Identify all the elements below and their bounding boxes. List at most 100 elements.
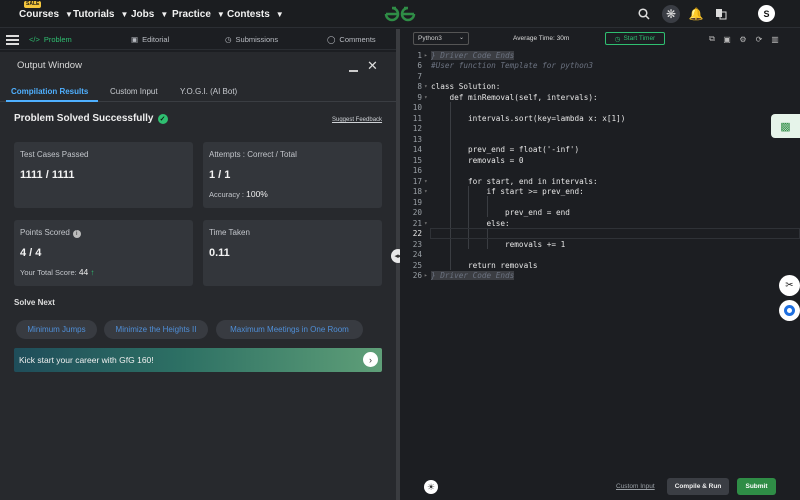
submit-button[interactable]: Submit [737,478,776,495]
tab-problem[interactable]: </> Problem [29,35,72,44]
assistant-icon[interactable] [779,300,800,321]
suggest-feedback-link[interactable]: Suggest Feedback [332,117,382,123]
status-heading: Problem Solved Successfully ✓ [14,113,168,124]
code-line: else: [431,219,510,228]
code-line: class Solution: [431,82,501,91]
minimize-icon[interactable] [349,70,358,72]
code-line: intervals.sort(key=lambda x: x[1]) [431,114,626,123]
code-line: def minRemoval(self, intervals): [431,93,598,102]
output-window-title: Output Window [17,60,82,71]
line-number: 11 [412,114,422,123]
line-number: 9 [417,93,422,102]
scissors-icon[interactable]: ✂ [779,275,800,296]
nav-contests[interactable]: Contests ▼ [227,0,284,28]
fold-arrow-icon[interactable]: ▾ [424,188,428,195]
code-line: return removals [431,261,538,270]
search-icon[interactable] [636,6,652,22]
line-number: 17 [412,177,422,186]
code-line: prev_end = end [431,208,570,217]
total-score-label: Your Total Score: [20,268,77,277]
fullscreen-icon[interactable]: ▣ [722,34,732,44]
line-number: 24 [412,250,422,259]
chat-icon[interactable]: ▩ [771,114,800,138]
arrow-up-icon: ↑ [90,268,95,277]
start-timer-button[interactable]: ◷ Start Timer [605,32,665,45]
points-label-wrap: Points Scored i [20,228,81,238]
line-number: 1 [417,51,422,60]
attempts-card: Attempts : Correct / Total 1 / 1 Accurac… [203,142,382,208]
copy-icon[interactable]: ⧉ [707,34,717,44]
line-number: 23 [412,240,422,249]
total-score-value: 44 [78,267,89,277]
line-number: 8 [417,82,422,91]
sun-icon[interactable]: ☀ [424,480,438,494]
fold-arrow-icon[interactable]: ▸ [424,272,428,279]
tab-submissions-label: Submissions [235,35,279,44]
line-number: 15 [412,156,422,165]
chip-minimum-jumps[interactable]: Minimum Jumps [16,320,97,339]
line-number: 14 [412,145,422,154]
fold-arrow-icon[interactable]: ▸ [424,52,428,59]
line-number: 19 [412,198,422,207]
reset-icon[interactable]: ⟳ [754,34,764,44]
subtab-yogi-bot[interactable]: Y.O.G.I. (AI Bot) [180,87,237,96]
chip-maximum-meetings[interactable]: Maximum Meetings in One Room [216,320,363,339]
gfg-logo[interactable] [382,4,418,24]
tab-problem-label: Problem [43,35,72,44]
gfg160-banner[interactable]: Kick start your career with GfG 160! › [14,348,382,372]
tab-editorial[interactable]: ▣ Editorial [131,35,169,44]
translate-icon[interactable] [713,6,729,22]
close-icon[interactable]: ✕ [367,58,378,74]
check-circle-icon: ✓ [157,113,168,124]
solve-next-heading: Solve Next [14,298,55,307]
chevron-down-icon: ▼ [275,9,284,19]
nav-contests-label: Contests [227,8,270,20]
nav-courses-label: Courses [19,8,60,20]
points-card: Points Scored i 4 / 4 Your Total Score: 4… [14,220,193,286]
language-value: Python3 [418,35,442,42]
nav-practice-label: Practice [172,8,211,20]
gear-icon[interactable]: ⚙ [738,34,748,44]
subtab-compilation-results[interactable]: Compilation Results [11,87,88,96]
custom-input-link[interactable]: Custom Input [616,483,655,490]
attempts-value: 1 / 1 [209,169,231,181]
chevron-down-icon: ⌄ [458,35,464,41]
nav-jobs[interactable]: Jobs ▼ [131,0,168,28]
subtab-custom-input[interactable]: Custom Input [110,87,158,96]
nav-jobs-label: Jobs [131,8,155,20]
language-select[interactable]: Python3 ⌄ [413,32,469,45]
fold-arrow-icon[interactable]: ▾ [424,178,428,185]
nav-practice[interactable]: Practice ▼ [172,0,225,28]
bell-icon[interactable]: 🔔 [688,6,704,22]
nav-tutorials-label: Tutorials [73,8,115,20]
fold-arrow-icon[interactable]: ▾ [424,94,428,101]
menu-icon[interactable] [6,33,19,45]
code-icon: </> [29,35,40,44]
line-number: 22 [412,229,422,238]
time-card: Time Taken 0.11 [203,220,382,286]
fold-arrow-icon[interactable]: ▾ [424,83,428,90]
tab-submissions[interactable]: ◷ Submissions [225,35,278,44]
attempts-label: Attempts : Correct / Total [209,150,297,159]
fold-arrow-icon[interactable]: ▾ [424,220,428,227]
line-number: 6 [417,61,422,70]
points-value: 4 / 4 [20,247,42,259]
nav-courses[interactable]: Courses ▼ [19,0,73,28]
nav-tutorials[interactable]: Tutorials ▼ [73,0,128,28]
expand-icon[interactable]: ▥ [770,34,780,44]
tab-comments[interactable]: ◯ Comments [327,35,376,44]
avatar[interactable]: S [758,5,775,22]
chip-minimize-heights[interactable]: Minimize the Heights II [104,320,208,339]
line-number: 16 [412,166,422,175]
info-icon[interactable]: i [72,230,81,238]
line-number: 7 [417,72,422,81]
chevron-right-icon[interactable]: › [363,352,378,367]
compile-run-button[interactable]: Compile & Run [667,478,729,495]
clock-icon: ◷ [225,35,232,44]
code-line: #User function Template for python3 [431,61,593,70]
total-score: Your Total Score: 44 ↑ [20,267,94,277]
time-label: Time Taken [209,228,250,237]
line-number: 12 [412,124,422,133]
settings-icon[interactable]: ❋ [662,5,680,23]
chevron-down-icon: ▼ [160,9,169,19]
